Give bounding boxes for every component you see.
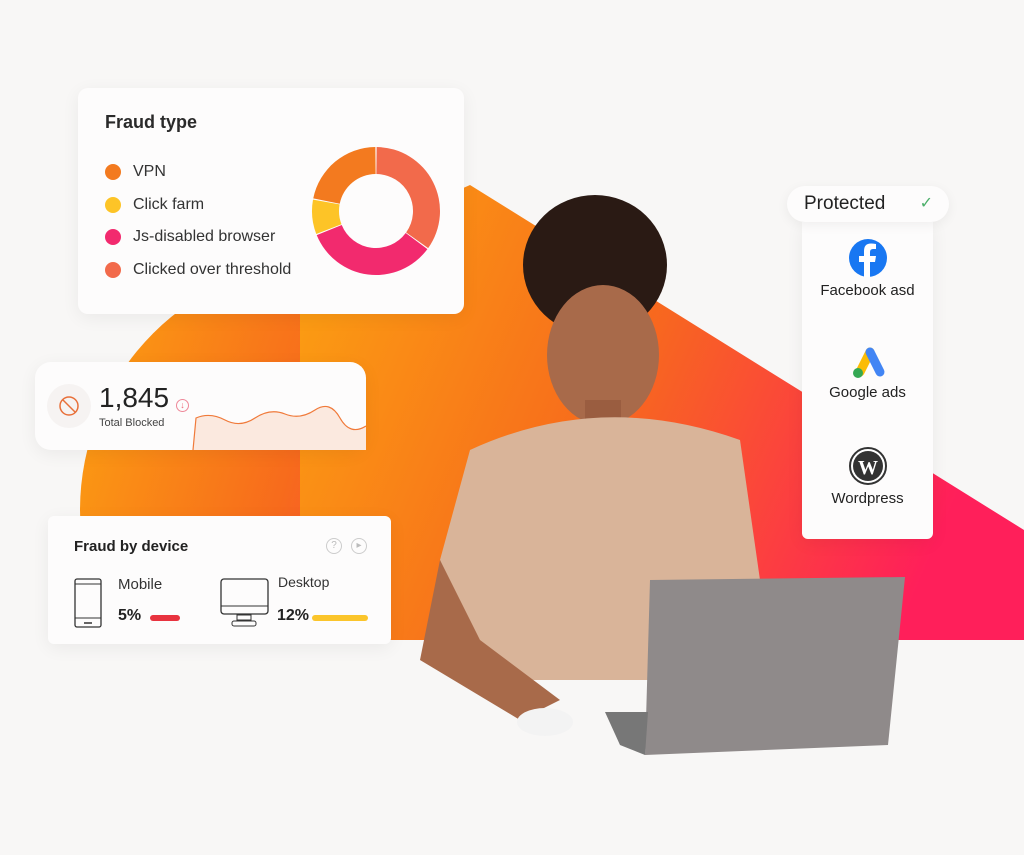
platform-label: Facebook asd (820, 282, 915, 299)
card-title: Fraud by device (74, 538, 189, 555)
legend-dot (105, 261, 121, 278)
legend-dot (105, 229, 121, 246)
protected-label: Protected (804, 193, 886, 214)
legend: VPN Click farm Js-disabled browser Click… (105, 156, 291, 286)
legend-item: Click farm (105, 189, 291, 222)
donut-slice (376, 147, 440, 249)
legend-label: Js-disabled browser (133, 228, 276, 246)
question-icon[interactable]: ? (326, 538, 342, 554)
legend-dot (105, 196, 121, 213)
desktop-bar (312, 615, 368, 621)
fraud-type-card: Fraud type VPN Click farm Js-disabled br… (78, 88, 464, 314)
legend-label: VPN (133, 163, 166, 181)
legend-label: Click farm (133, 195, 205, 213)
check-icon: ✓ (919, 195, 933, 212)
card-title: Fraud type (105, 112, 198, 132)
legend-item: Js-disabled browser (105, 221, 291, 254)
sparkline (192, 405, 366, 450)
platform-label: Wordpress (831, 490, 904, 507)
fraud-by-device-card: Fraud by device ? ▸ Mobile 5% Desktop 12… (48, 516, 391, 644)
ban-icon (47, 384, 91, 428)
device-percent: 12% (277, 607, 310, 624)
play-icon[interactable]: ▸ (351, 538, 367, 554)
mobile-bar (150, 615, 180, 621)
platform-google-ads: Google ads (802, 344, 933, 401)
device-percent: 5% (118, 607, 142, 624)
platform-facebook: Facebook asd (802, 238, 933, 299)
legend-item: VPN (105, 156, 291, 189)
device-label: Desktop (278, 574, 330, 590)
protected-status: Protected ✓ (787, 186, 949, 222)
donut-chart (312, 147, 440, 275)
donut-slice (313, 147, 376, 204)
platform-label: Google ads (829, 384, 906, 401)
wordpress-icon: W (848, 447, 887, 485)
svg-text:W: W (858, 457, 878, 479)
protected-platforms-card: Facebook asd Google ads W Wordpress (802, 222, 933, 539)
laptop (645, 577, 905, 755)
blocked-count: 1,845 (99, 382, 170, 413)
desktop-icon (220, 578, 269, 627)
device-label: Mobile (118, 576, 163, 593)
blocked-label: Total Blocked (99, 417, 165, 429)
platform-wordpress: W Wordpress (802, 446, 933, 507)
mobile-icon (74, 578, 102, 628)
google-ads-icon (852, 347, 884, 378)
mouse (517, 708, 573, 736)
legend-label: Clicked over threshold (133, 260, 292, 278)
total-blocked-card: 1,845 ↓ Total Blocked (35, 362, 366, 450)
legend-dot (105, 164, 121, 181)
arrow-down-icon: ↓ (176, 399, 189, 412)
facebook-icon (848, 239, 887, 277)
legend-item: Clicked over threshold (105, 254, 291, 287)
